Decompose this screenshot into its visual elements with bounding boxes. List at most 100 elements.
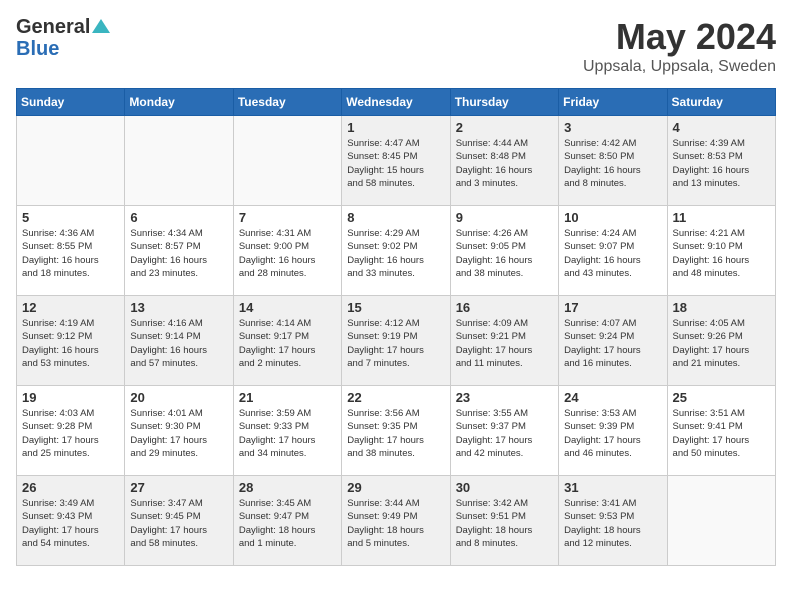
calendar-day: 11Sunrise: 4:21 AMSunset: 9:10 PMDayligh… [667,206,775,296]
calendar-day: 13Sunrise: 4:16 AMSunset: 9:14 PMDayligh… [125,296,233,386]
day-number: 30 [456,480,553,495]
day-number: 26 [22,480,119,495]
day-info: Sunrise: 4:07 AMSunset: 9:24 PMDaylight:… [564,317,661,370]
day-info: Sunrise: 3:53 AMSunset: 9:39 PMDaylight:… [564,407,661,460]
calendar-day: 16Sunrise: 4:09 AMSunset: 9:21 PMDayligh… [450,296,558,386]
day-number: 9 [456,210,553,225]
calendar-day [17,116,125,206]
day-info: Sunrise: 4:26 AMSunset: 9:05 PMDaylight:… [456,227,553,280]
day-number: 6 [130,210,227,225]
col-header-thursday: Thursday [450,89,558,116]
logo-general-text: General [16,16,90,38]
calendar-day [233,116,341,206]
calendar-day: 20Sunrise: 4:01 AMSunset: 9:30 PMDayligh… [125,386,233,476]
col-header-saturday: Saturday [667,89,775,116]
calendar-day: 3 Sunrise: 4:42 AMSunset: 8:50 PMDaylight… [559,116,667,206]
calendar-day: 17 Sunrise: 4:07 AMSunset: 9:24 PMDayligh… [559,296,667,386]
day-info: Sunrise: 3:47 AMSunset: 9:45 PMDaylight:… [130,497,227,550]
calendar-day: 6 Sunrise: 4:34 AMSunset: 8:57 PMDaylight… [125,206,233,296]
day-number: 13 [130,300,227,315]
day-info: Sunrise: 4:14 AMSunset: 9:17 PMDaylight:… [239,317,336,370]
day-info: Sunrise: 4:03 AMSunset: 9:28 PMDaylight:… [22,407,119,460]
calendar-day: 27 Sunrise: 3:47 AMSunset: 9:45 PMDayligh… [125,476,233,566]
day-number: 1 [347,120,444,135]
day-number: 15 [347,300,444,315]
calendar-week-2: 5 Sunrise: 4:36 AMSunset: 8:55 PMDaylight… [17,206,776,296]
calendar-day: 2 Sunrise: 4:44 AMSunset: 8:48 PMDaylight… [450,116,558,206]
calendar-day: 19 Sunrise: 4:03 AMSunset: 9:28 PMDayligh… [17,386,125,476]
calendar-day: 23 Sunrise: 3:55 AMSunset: 9:37 PMDayligh… [450,386,558,476]
day-info: Sunrise: 4:01 AMSunset: 9:30 PMDaylight:… [130,407,227,460]
day-number: 27 [130,480,227,495]
day-info: Sunrise: 4:31 AMSunset: 9:00 PMDaylight:… [239,227,336,280]
calendar-week-4: 19 Sunrise: 4:03 AMSunset: 9:28 PMDayligh… [17,386,776,476]
day-number: 8 [347,210,444,225]
calendar-week-1: 1 Sunrise: 4:47 AMSunset: 8:45 PMDaylight… [17,116,776,206]
calendar-header-row: SundayMondayTuesdayWednesdayThursdayFrid… [17,89,776,116]
calendar-day: 10 Sunrise: 4:24 AMSunset: 9:07 PMDayligh… [559,206,667,296]
calendar-day: 31 Sunrise: 3:41 AMSunset: 9:53 PMDayligh… [559,476,667,566]
page-header: General Blue May 2024 Uppsala, Uppsala, … [16,16,776,76]
day-info: Sunrise: 4:39 AMSunset: 8:53 PMDaylight:… [673,137,770,190]
day-info: Sunrise: 4:36 AMSunset: 8:55 PMDaylight:… [22,227,119,280]
day-info: Sunrise: 4:34 AMSunset: 8:57 PMDaylight:… [130,227,227,280]
day-number: 12 [22,300,119,315]
day-info: Sunrise: 4:47 AMSunset: 8:45 PMDaylight:… [347,137,444,190]
day-number: 25 [673,390,770,405]
day-info: Sunrise: 4:42 AMSunset: 8:50 PMDaylight:… [564,137,661,190]
col-header-tuesday: Tuesday [233,89,341,116]
day-info: Sunrise: 3:45 AMSunset: 9:47 PMDaylight:… [239,497,336,550]
logo-blue-text: Blue [16,38,59,60]
day-number: 19 [22,390,119,405]
calendar-day: 30 Sunrise: 3:42 AMSunset: 9:51 PMDayligh… [450,476,558,566]
calendar-day: 28Sunrise: 3:45 AMSunset: 9:47 PMDayligh… [233,476,341,566]
col-header-friday: Friday [559,89,667,116]
calendar-day: 4 Sunrise: 4:39 AMSunset: 8:53 PMDaylight… [667,116,775,206]
calendar-day: 26 Sunrise: 3:49 AMSunset: 9:43 PMDayligh… [17,476,125,566]
day-number: 18 [673,300,770,315]
day-info: Sunrise: 4:44 AMSunset: 8:48 PMDaylight:… [456,137,553,190]
day-number: 14 [239,300,336,315]
day-number: 4 [673,120,770,135]
month-title: May 2024 [583,16,776,58]
col-header-monday: Monday [125,89,233,116]
col-header-sunday: Sunday [17,89,125,116]
day-number: 24 [564,390,661,405]
calendar-day: 24 Sunrise: 3:53 AMSunset: 9:39 PMDayligh… [559,386,667,476]
day-number: 10 [564,210,661,225]
day-number: 17 [564,300,661,315]
day-number: 3 [564,120,661,135]
calendar-day: 14 Sunrise: 4:14 AMSunset: 9:17 PMDayligh… [233,296,341,386]
calendar-day: 9 Sunrise: 4:26 AMSunset: 9:05 PMDaylight… [450,206,558,296]
day-number: 31 [564,480,661,495]
logo: General Blue [16,16,110,60]
title-block: May 2024 Uppsala, Uppsala, Sweden [583,16,776,76]
day-info: Sunrise: 3:41 AMSunset: 9:53 PMDaylight:… [564,497,661,550]
day-number: 23 [456,390,553,405]
calendar-day: 29Sunrise: 3:44 AMSunset: 9:49 PMDayligh… [342,476,450,566]
day-info: Sunrise: 4:29 AMSunset: 9:02 PMDaylight:… [347,227,444,280]
location: Uppsala, Uppsala, Sweden [583,58,776,76]
calendar-week-5: 26 Sunrise: 3:49 AMSunset: 9:43 PMDayligh… [17,476,776,566]
day-info: Sunrise: 3:42 AMSunset: 9:51 PMDaylight:… [456,497,553,550]
calendar-day: 12Sunrise: 4:19 AMSunset: 9:12 PMDayligh… [17,296,125,386]
day-info: Sunrise: 3:55 AMSunset: 9:37 PMDaylight:… [456,407,553,460]
day-number: 5 [22,210,119,225]
calendar-day: 8 Sunrise: 4:29 AMSunset: 9:02 PMDaylight… [342,206,450,296]
day-number: 2 [456,120,553,135]
day-info: Sunrise: 3:44 AMSunset: 9:49 PMDaylight:… [347,497,444,550]
calendar-day: 18Sunrise: 4:05 AMSunset: 9:26 PMDayligh… [667,296,775,386]
calendar-day: 5 Sunrise: 4:36 AMSunset: 8:55 PMDaylight… [17,206,125,296]
calendar-table: SundayMondayTuesdayWednesdayThursdayFrid… [16,88,776,566]
day-number: 21 [239,390,336,405]
day-info: Sunrise: 4:09 AMSunset: 9:21 PMDaylight:… [456,317,553,370]
col-header-wednesday: Wednesday [342,89,450,116]
logo-icon [92,17,110,35]
day-info: Sunrise: 3:49 AMSunset: 9:43 PMDaylight:… [22,497,119,550]
day-info: Sunrise: 4:24 AMSunset: 9:07 PMDaylight:… [564,227,661,280]
calendar-day: 1 Sunrise: 4:47 AMSunset: 8:45 PMDaylight… [342,116,450,206]
calendar-day: 25Sunrise: 3:51 AMSunset: 9:41 PMDayligh… [667,386,775,476]
day-number: 22 [347,390,444,405]
day-info: Sunrise: 3:56 AMSunset: 9:35 PMDaylight:… [347,407,444,460]
day-info: Sunrise: 3:59 AMSunset: 9:33 PMDaylight:… [239,407,336,460]
